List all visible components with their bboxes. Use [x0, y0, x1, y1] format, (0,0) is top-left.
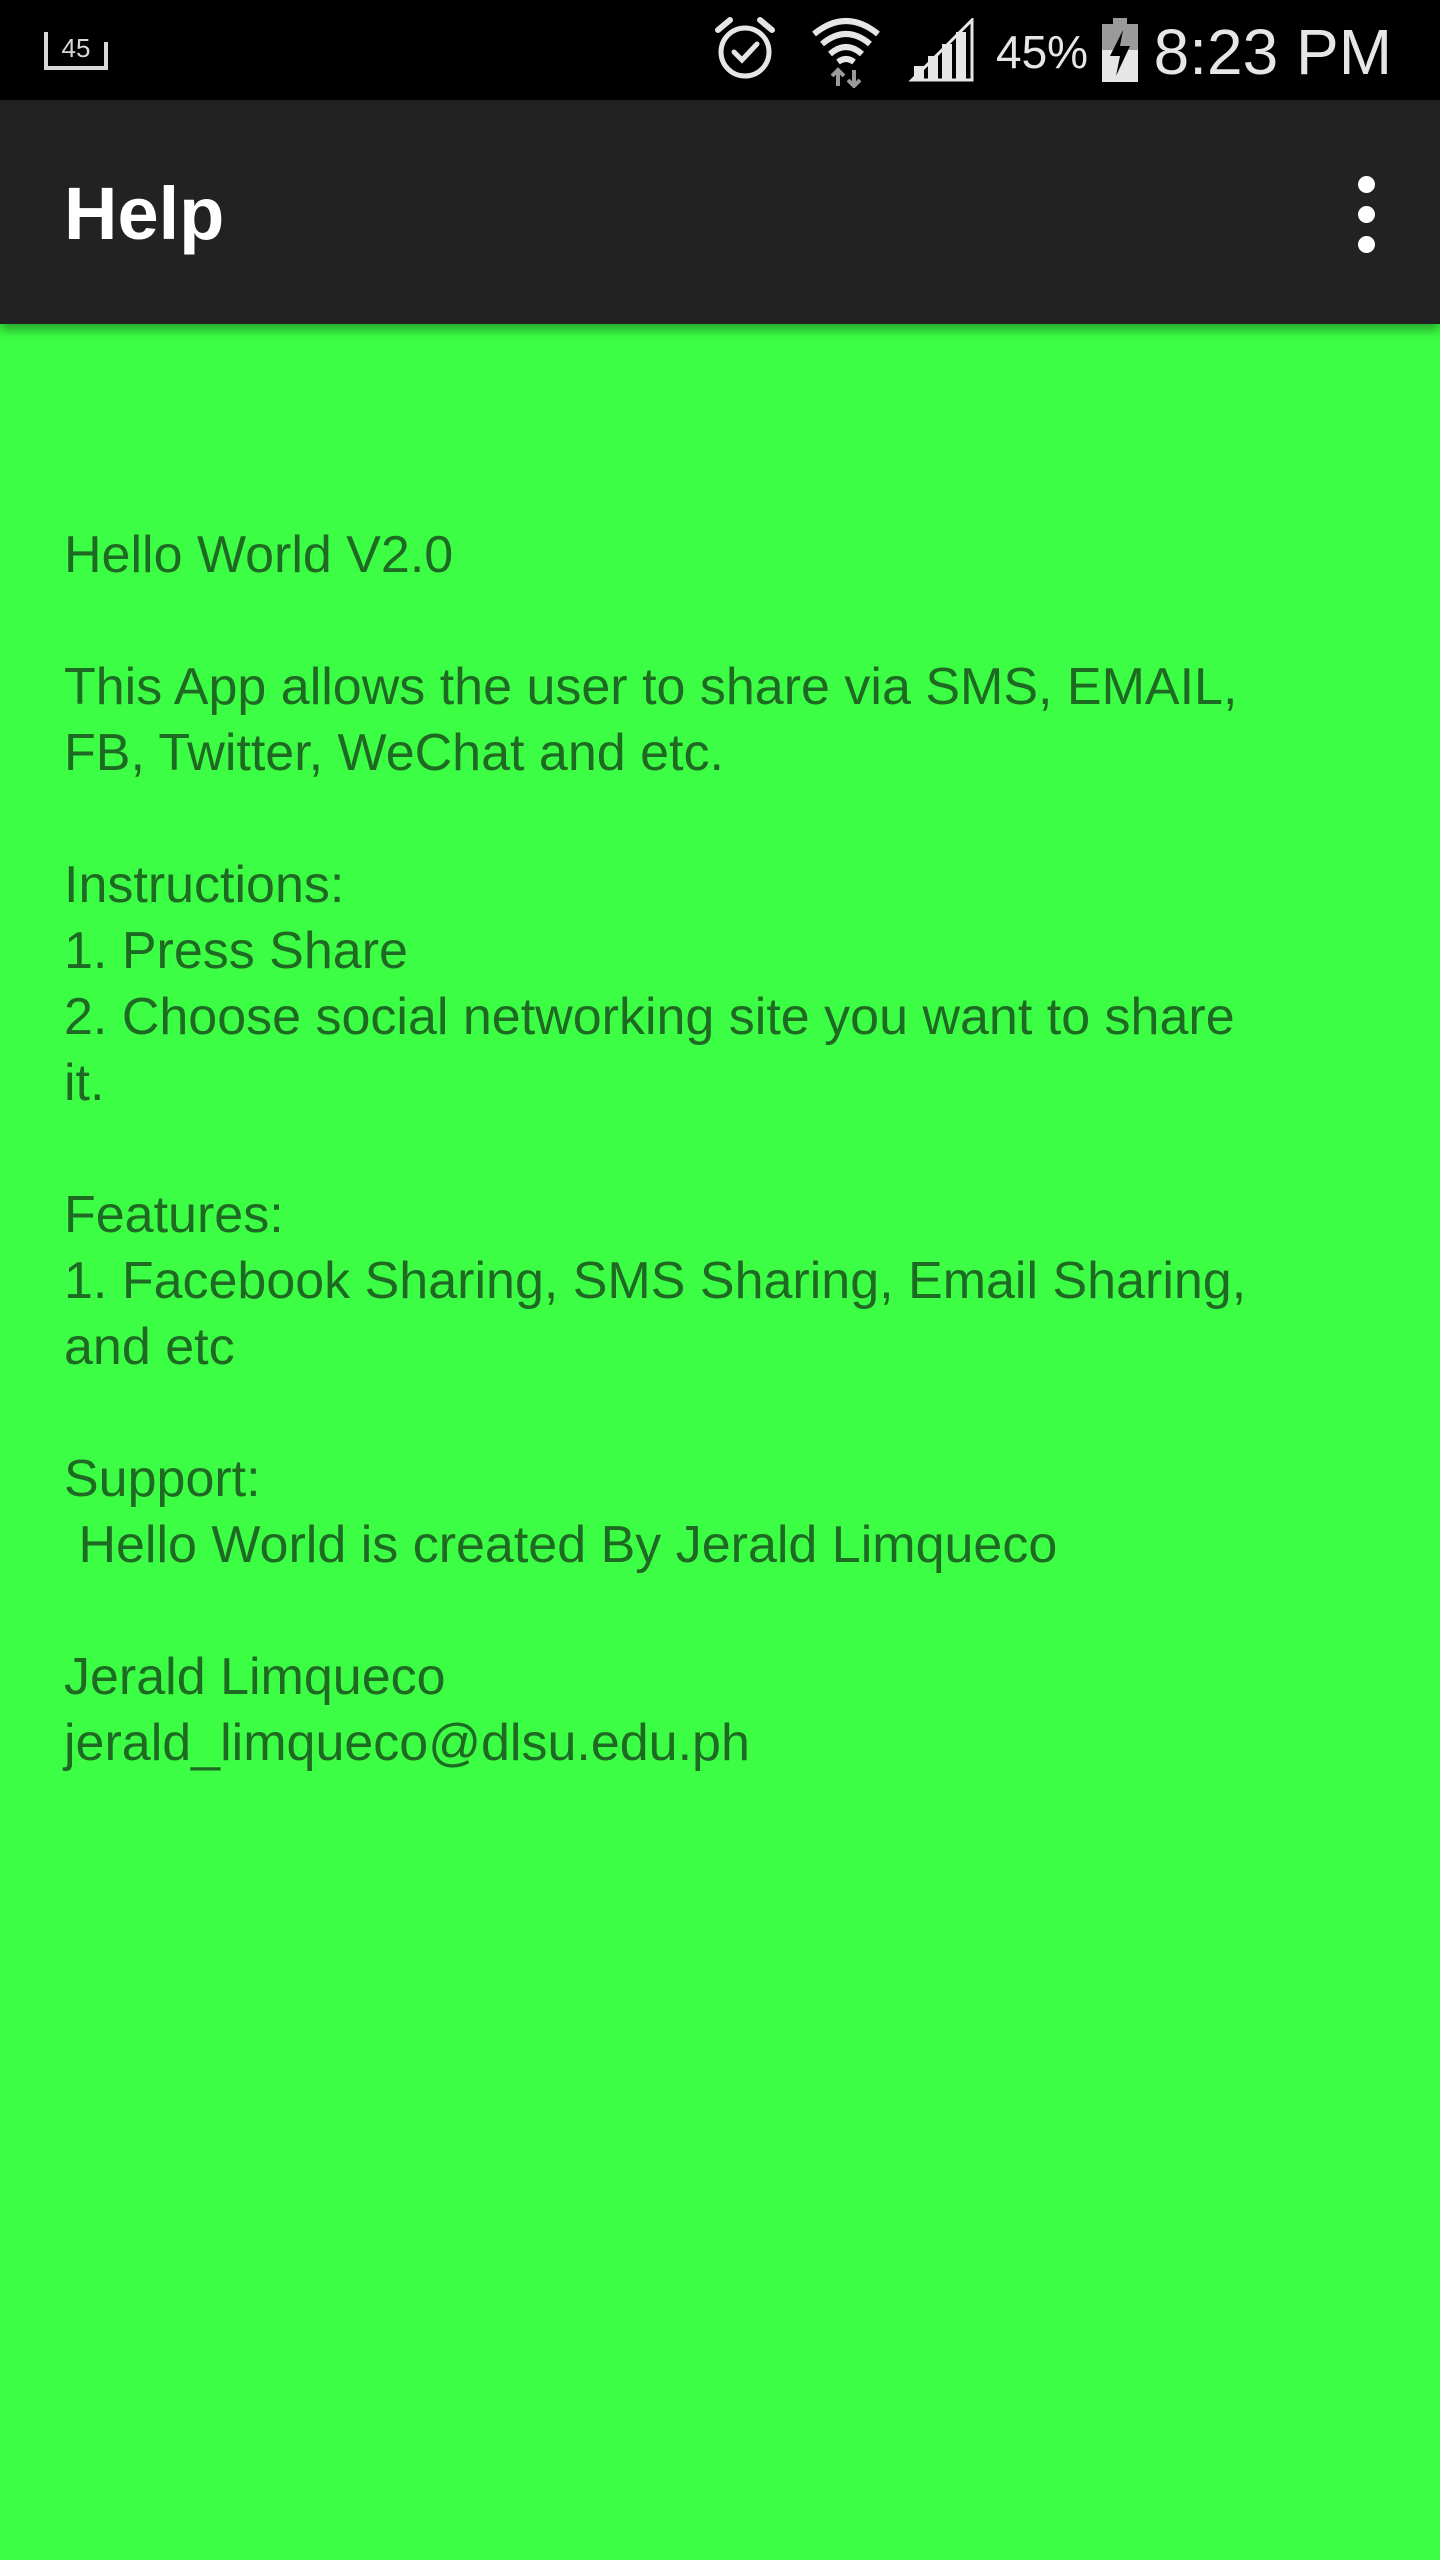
notification-count: 45	[62, 33, 91, 63]
features-heading: Features:	[64, 1186, 284, 1244]
instruction-2-line-2: it.	[64, 1054, 105, 1112]
overflow-dot	[1357, 235, 1375, 253]
status-clock: 8:23 PM	[1153, 16, 1392, 88]
support-heading: Support:	[64, 1450, 261, 1508]
help-content: Hello World V2.0 This App allows the use…	[64, 522, 1364, 1776]
instruction-1: 1. Press Share	[64, 922, 408, 980]
alarm-icon	[712, 16, 778, 82]
overflow-dot	[1357, 205, 1375, 223]
description-line-1: This App allows the user to share via SM…	[64, 658, 1238, 716]
notification-count-icon: 45	[40, 24, 112, 74]
wifi-icon	[808, 12, 884, 89]
battery-charging-icon	[1100, 16, 1140, 84]
app-bar: Help	[0, 100, 1440, 324]
signal-strength-icon	[908, 16, 976, 82]
feature-1-line-2: and etc	[64, 1318, 235, 1376]
overflow-dot	[1357, 175, 1375, 193]
page-title: Help	[64, 172, 225, 255]
app-name: Hello World V2.0	[64, 526, 454, 584]
battery-percent: 45%	[996, 26, 1089, 78]
contact-name: Jerald Limqueco	[64, 1648, 446, 1706]
contact-email: jerald_limqueco@dlsu.edu.ph	[64, 1714, 750, 1772]
description-line-2: FB, Twitter, WeChat and etc.	[64, 724, 724, 782]
feature-1-line-1: 1. Facebook Sharing, SMS Sharing, Email …	[64, 1252, 1247, 1310]
instruction-2-line-1: 2. Choose social networking site you wan…	[64, 988, 1235, 1046]
support-text: Hello World is created By Jerald Limquec…	[64, 1516, 1058, 1574]
instructions-heading: Instructions:	[64, 856, 345, 914]
more-vert-icon[interactable]	[1328, 166, 1404, 262]
status-bar: 45 45% 8:23 PM	[0, 0, 1440, 100]
